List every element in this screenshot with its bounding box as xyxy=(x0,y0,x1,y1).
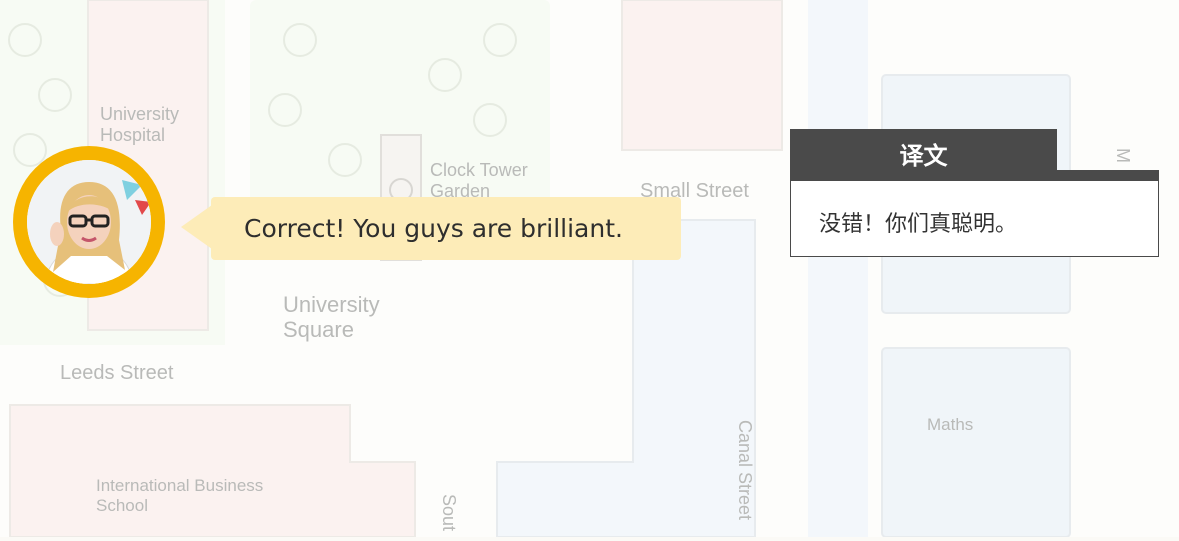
translation-panel: 没错！你们真聪明。 xyxy=(790,180,1159,257)
map-label-clock-tower: Clock Tower Garden xyxy=(430,160,528,201)
map-label-hospital: University Hospital xyxy=(100,104,179,145)
map-label-maths: Maths xyxy=(927,415,974,434)
map-label-right-edge-partial: M xyxy=(1113,148,1133,163)
map-label-line: Square xyxy=(283,317,354,343)
map-label-line: University xyxy=(100,104,180,124)
map-label-line: Hospital xyxy=(100,124,166,145)
translation-text: 没错！你们真聪明。 xyxy=(819,212,1018,237)
map-label-line: School xyxy=(96,495,148,515)
map-label-south-partial: Sout xyxy=(439,494,459,532)
map-label-canal-street: Canal Street xyxy=(735,420,755,521)
map-label-line: Clock Tower xyxy=(430,160,528,180)
teacher-avatar-image xyxy=(27,160,151,284)
dialog-message: Correct! You guys are brilliant. xyxy=(244,214,623,243)
speech-bubble: Correct! You guys are brilliant. xyxy=(181,197,681,260)
map-label-line: University xyxy=(283,292,380,317)
map-label-business-school: International Business School xyxy=(96,476,263,515)
map-label-leeds-street: Leeds Street xyxy=(60,362,174,384)
speech-bubble-tail xyxy=(181,205,212,249)
map-label-university-square: University Square xyxy=(283,292,380,343)
map-label-line: International Business xyxy=(96,476,264,495)
speaker-avatar xyxy=(13,146,165,298)
translation-tab[interactable]: 译文 xyxy=(790,129,1057,181)
map-dim-overlay xyxy=(0,0,1179,537)
campus-map: University Hospital Clock Tower Garden S… xyxy=(0,0,1179,538)
teacher-avatar-icon xyxy=(27,160,151,284)
